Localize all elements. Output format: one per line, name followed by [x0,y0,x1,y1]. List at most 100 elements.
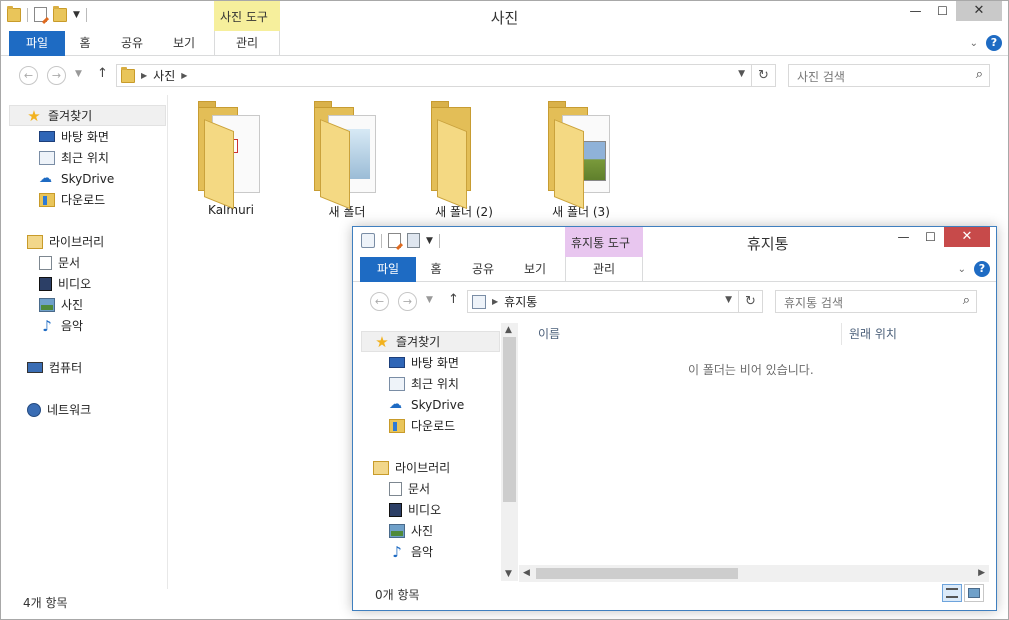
minimize-button[interactable]: — [890,227,917,247]
forward-button[interactable]: → [398,292,417,311]
nav-skydrive[interactable]: ☁ SkyDrive [361,394,464,415]
close-button[interactable]: ✕ [944,227,990,247]
breadcrumb-recycle-bin[interactable]: 휴지통 [504,293,537,310]
nav-pictures[interactable]: 사진 [361,520,433,541]
nav-network[interactable]: 네트워크 [9,399,91,420]
file-list: 이름 원래 위치 이 폴더는 비어 있습니다. [519,323,988,581]
music-icon: ♪ [42,316,52,335]
scroll-right-icon[interactable]: ▶ [978,568,985,578]
tab-manage[interactable]: 관리 [565,257,643,282]
search-input[interactable]: 사진 검색 ⌕ [788,64,990,87]
library-icon [373,460,389,475]
nav-recent[interactable]: 최근 위치 [361,373,459,394]
video-icon [39,276,52,291]
tab-view[interactable]: 보기 [512,257,558,282]
scrollbar-thumb[interactable] [536,568,738,579]
folder-icon [546,101,616,210]
large-icons-view-button[interactable] [964,584,984,602]
tab-view[interactable]: 보기 [161,31,207,56]
computer-icon [27,362,43,373]
help-icon[interactable]: ? [986,35,1002,51]
title-bar: ▼ 휴지통 도구 휴지통 — ☐ ✕ [353,227,996,257]
address-bar[interactable]: ▶ 휴지통 ▼ ↻ [467,290,763,313]
list-item[interactable]: 새 폴더 [302,101,392,220]
recycle-bin-window: ▼ 휴지통 도구 휴지통 — ☐ ✕ 파일 홈 공유 보기 관리 ⌄ ? ← →… [352,226,997,611]
nav-favorites[interactable]: ★ 즐겨찾기 [361,331,500,352]
nav-pictures[interactable]: 사진 [9,294,83,315]
nav-documents[interactable]: 문서 [361,478,430,499]
tab-file[interactable]: 파일 [360,257,416,282]
refresh-button[interactable]: ↻ [751,65,775,86]
address-dropdown-icon[interactable]: ▼ [738,69,745,79]
nav-libraries[interactable]: 라이브러리 [9,231,104,252]
nav-downloads[interactable]: 다운로드 [9,189,105,210]
forward-button[interactable]: → [47,66,66,85]
recycle-bin-icon [472,294,486,309]
up-button[interactable]: ↑ [97,66,108,81]
nav-music[interactable]: ♪ 음악 [9,315,83,336]
details-view-button[interactable] [942,584,962,602]
network-icon [27,402,41,417]
scroll-left-icon[interactable]: ◀ [523,568,530,578]
refresh-button[interactable]: ↻ [738,291,762,312]
breadcrumb-photos[interactable]: 사진 [153,67,175,84]
documents-icon [39,255,52,270]
nav-recent[interactable]: 최근 위치 [9,147,109,168]
close-button[interactable]: ✕ [956,1,1002,21]
status-item-count: 0개 항목 [375,588,420,602]
scroll-up-icon[interactable]: ▲ [505,325,512,335]
quick-access-toolbar: ▼ [361,233,440,248]
new-folder-icon[interactable] [407,233,420,248]
address-dropdown-icon[interactable]: ▼ [725,295,732,305]
nav-music[interactable]: ♪ 음악 [361,541,433,562]
nav-pane-scrollbar[interactable]: ▲ ▼ [501,323,518,581]
back-button[interactable]: ← [19,66,38,85]
nav-computer[interactable]: 컴퓨터 [9,357,82,378]
back-button[interactable]: ← [370,292,389,311]
nav-documents[interactable]: 문서 [9,252,80,273]
tab-share[interactable]: 공유 [460,257,506,282]
scroll-down-icon[interactable]: ▼ [505,569,512,579]
recent-places-icon [39,150,55,165]
scrollbar-thumb[interactable] [503,337,516,502]
properties-icon[interactable] [388,233,401,248]
list-item[interactable]: 새 폴더 (3) [536,101,626,220]
tab-share[interactable]: 공유 [109,31,155,56]
list-item[interactable]: 새 폴더 (2) [419,101,509,220]
customize-toolbar-icon[interactable]: ▼ [426,236,433,246]
expand-ribbon-icon[interactable]: ⌄ [958,264,966,275]
tab-manage[interactable]: 관리 [214,31,280,56]
column-header-name[interactable]: 이름 [532,323,560,345]
maximize-button[interactable]: ☐ [917,227,944,247]
window-controls: — ☐ ✕ [902,1,1002,21]
address-bar[interactable]: ▶ 사진 ▶ ▼ ↻ [116,64,776,87]
help-icon[interactable]: ? [974,261,990,277]
nav-videos[interactable]: 비디오 [9,273,91,294]
recent-locations-icon[interactable]: ▼ [426,295,433,305]
nav-downloads[interactable]: 다운로드 [361,415,455,436]
nav-desktop[interactable]: 바탕 화면 [9,126,109,147]
recent-locations-icon[interactable]: ▼ [75,69,82,79]
navigation-bar: ← → ▼ ↑ ▶ 휴지통 ▼ ↻ 휴지통 검색 ⌕ [353,283,996,321]
column-header-original-location[interactable]: 원래 위치 [843,323,897,345]
recycle-bin-tools-tab[interactable]: 휴지통 도구 [565,227,643,257]
status-item-count: 4개 항목 [23,596,68,610]
recycle-bin-icon [361,233,375,248]
maximize-button[interactable]: ☐ [929,1,956,21]
expand-ribbon-icon[interactable]: ⌄ [970,38,978,49]
nav-skydrive[interactable]: ☁ SkyDrive [9,168,114,189]
search-input[interactable]: 휴지통 검색 ⌕ [775,290,977,313]
tab-file[interactable]: 파일 [9,31,65,56]
nav-desktop[interactable]: 바탕 화면 [361,352,459,373]
desktop-icon [39,131,55,142]
up-button[interactable]: ↑ [448,292,459,307]
tab-home[interactable]: 홈 [67,31,103,56]
list-item[interactable]: N Kalmuri [186,101,276,217]
minimize-button[interactable]: — [902,1,929,21]
nav-videos[interactable]: 비디오 [361,499,441,520]
horizontal-scrollbar[interactable]: ◀ ▶ [519,565,989,582]
details-view-icon [946,588,958,598]
nav-favorites[interactable]: ★ 즐겨찾기 [9,105,166,126]
nav-libraries[interactable]: 라이브러리 [361,457,450,478]
tab-home[interactable]: 홈 [418,257,454,282]
